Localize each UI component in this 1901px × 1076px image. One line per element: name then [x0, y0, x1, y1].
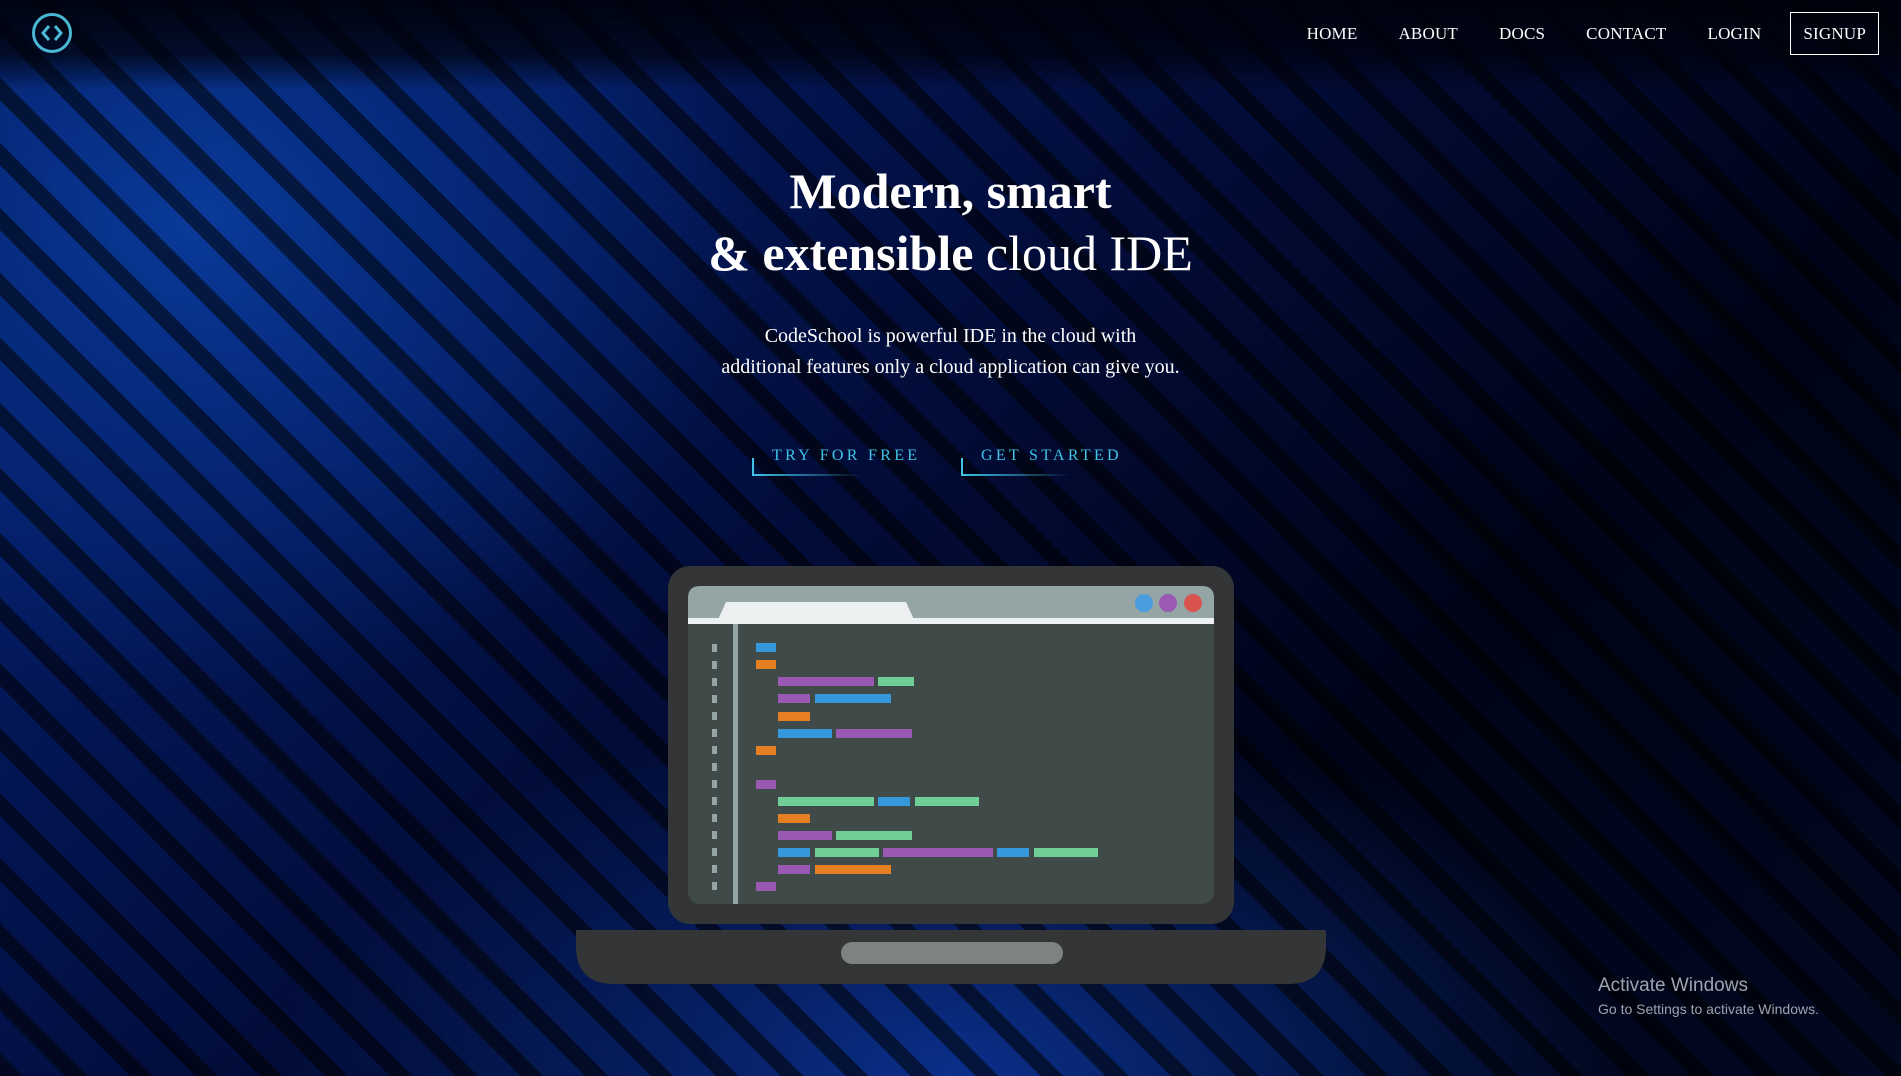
hero-title-line2: & extensible cloud IDE — [0, 222, 1901, 284]
nav-links: HOME ABOUT DOCS CONTACT LOGIN SIGNUP — [1266, 12, 1879, 55]
hero-subtitle-line2: additional features only a cloud applica… — [721, 356, 1180, 378]
window-dot-purple — [1159, 594, 1177, 612]
nav-home[interactable]: HOME — [1307, 24, 1358, 44]
nav-docs[interactable]: DOCS — [1499, 24, 1545, 44]
get-started-button[interactable]: GET STARTED — [961, 445, 1122, 477]
watermark-title: Activate Windows — [1598, 975, 1748, 996]
window-dot-red — [1184, 594, 1202, 612]
windows-activation-watermark: Activate Windows Go to Settings to activ… — [1598, 975, 1819, 1017]
nav-contact[interactable]: CONTACT — [1586, 24, 1666, 44]
hero-section: Modern, smart & extensible cloud IDE Cod… — [0, 160, 1901, 383]
hero-title-light: cloud IDE — [985, 225, 1193, 281]
nav-login[interactable]: LOGIN — [1708, 24, 1762, 44]
hero-title-line1: Modern, smart — [789, 163, 1112, 219]
nav-about[interactable]: ABOUT — [1398, 24, 1458, 44]
try-for-free-button[interactable]: TRY FOR FREE — [752, 445, 920, 477]
signup-button[interactable]: SIGNUP — [1790, 12, 1879, 55]
hero-subtitle: CodeSchool is powerful IDE in the cloud … — [0, 321, 1901, 383]
cta-group: TRY FOR FREE GET STARTED — [0, 445, 1901, 485]
hero-subtitle-line1: CodeSchool is powerful IDE in the cloud … — [764, 325, 1137, 347]
top-navbar: HOME ABOUT DOCS CONTACT LOGIN SIGNUP — [0, 0, 1901, 66]
watermark-subtitle: Go to Settings to activate Windows. — [1598, 1001, 1819, 1017]
window-dot-blue — [1135, 594, 1153, 612]
hero-title-bold: & extensible — [708, 225, 974, 281]
code-brackets-icon[interactable] — [32, 13, 72, 53]
laptop-code-editor-illustration — [576, 566, 1326, 984]
hero-title: Modern, smart & extensible cloud IDE — [0, 160, 1901, 284]
